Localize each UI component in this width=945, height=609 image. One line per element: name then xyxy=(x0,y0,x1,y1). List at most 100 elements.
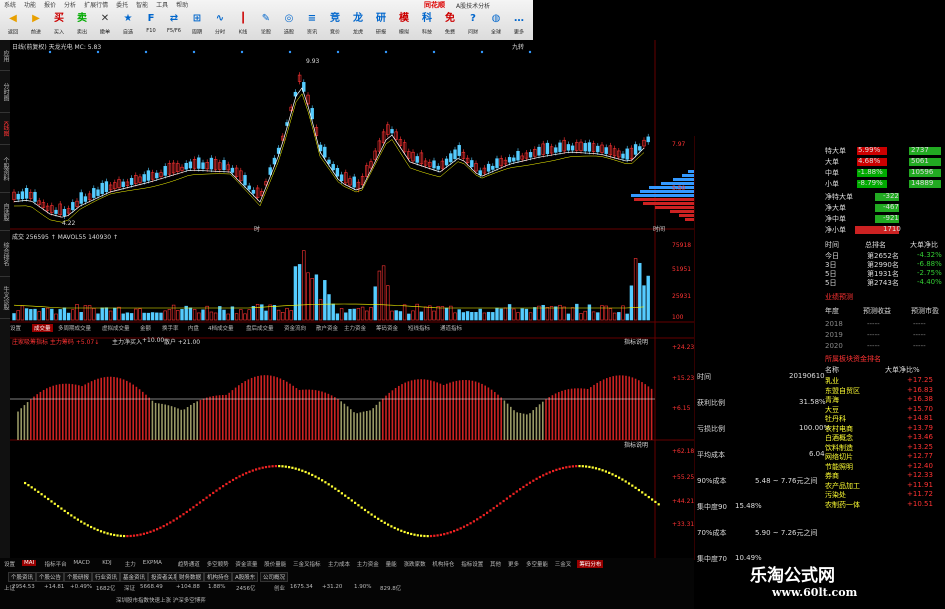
sector-name[interactable]: 大豆 xyxy=(825,405,839,415)
indicator-help-link[interactable]: 指标说明 xyxy=(624,440,648,449)
buy-button[interactable]: 买买入 xyxy=(48,11,70,39)
sector-name[interactable]: 白酒概念 xyxy=(825,433,853,443)
indicator-tab[interactable]: 筹码分布 xyxy=(577,560,604,568)
simulate-button[interactable]: 模模拟 xyxy=(393,11,415,39)
stock-pick-button[interactable]: ◎ 选股 xyxy=(278,11,300,39)
indicator-tab[interactable]: 内盘 xyxy=(188,324,199,332)
indicator-tab[interactable]: 多空顺势 xyxy=(207,560,229,568)
side-tab[interactable]: 自选股 xyxy=(0,194,10,231)
indicator-tab[interactable]: EXPMA xyxy=(143,560,162,566)
bottom-subtab[interactable]: 个股资讯 xyxy=(8,572,37,582)
tech-button[interactable]: 科科技 xyxy=(416,11,438,39)
bottom-subtab[interactable]: 公司概况 xyxy=(260,572,289,582)
more-button[interactable]: … 更多 xyxy=(508,11,530,39)
sector-name[interactable]: 东盟自贸区 xyxy=(825,386,860,396)
sector-name[interactable]: 券商 xyxy=(825,471,839,481)
indicator-tab[interactable]: 量能 xyxy=(386,560,397,568)
back-button[interactable]: ◀ 返回 xyxy=(2,11,24,39)
indicator-tab[interactable]: MAI xyxy=(22,560,37,566)
indicator-tab[interactable]: 机构持仓 xyxy=(432,560,454,568)
indicator-tab[interactable]: 三金叉 xyxy=(555,560,572,568)
indicator-tab[interactable]: 成交量 xyxy=(32,324,53,332)
indicator-tab[interactable]: 盘后成交量 xyxy=(246,324,274,332)
indicator-tab[interactable]: 主力 xyxy=(125,560,136,568)
indicator-tab[interactable]: 指标平台 xyxy=(45,560,67,568)
sell-button[interactable]: 卖卖出 xyxy=(71,11,93,39)
globe-button[interactable]: ◍ 全球 xyxy=(485,11,507,39)
auction-button[interactable]: 竞竞价 xyxy=(324,11,346,39)
ask-button[interactable]: ? 问财 xyxy=(462,11,484,39)
side-tab[interactable]: 综合排名 xyxy=(0,232,10,277)
indicator-tab[interactable]: 资金流量 xyxy=(235,560,257,568)
period-button[interactable]: ⊞ 周期 xyxy=(186,11,208,39)
sector-name[interactable]: 农制药一体 xyxy=(825,500,860,510)
menu-item[interactable]: 系统 xyxy=(4,2,16,9)
indicator-tab[interactable]: 趋势通道 xyxy=(178,560,200,568)
indicator-tab[interactable]: 通道指标 xyxy=(440,324,462,332)
sector-name[interactable]: 网络切片 xyxy=(825,452,853,462)
bottom-subtab[interactable]: 基金资讯 xyxy=(120,572,149,582)
sector-name[interactable]: 牡丹科 xyxy=(825,414,846,424)
indicator-tab[interactable]: 散户资金 xyxy=(316,324,338,332)
sector-name[interactable]: 污染处 xyxy=(825,490,846,500)
indicator-tab[interactable]: 主力成本 xyxy=(328,560,350,568)
dragon-tiger-button[interactable]: 龙龙虎 xyxy=(347,11,369,39)
side-tab[interactable]: 牛叉诊股 xyxy=(0,278,10,319)
menu-item[interactable]: 功能 xyxy=(24,2,36,9)
sector-name[interactable]: 青海 xyxy=(825,395,839,405)
indicator-tab[interactable]: 主力资金 xyxy=(357,560,379,568)
indicator-tab[interactable]: KDJ xyxy=(102,560,111,566)
f10-button[interactable]: F F10 xyxy=(140,11,162,39)
indicator-tab[interactable]: 更多 xyxy=(508,560,519,568)
side-tab[interactable]: 个股资料 xyxy=(0,146,10,193)
free-button[interactable]: 免免费 xyxy=(439,11,461,39)
indicator-tab[interactable]: 涨跌家数 xyxy=(404,560,426,568)
indicator-help-link[interactable]: 指标说明 xyxy=(624,337,648,346)
sector-name[interactable]: 节能照明 xyxy=(825,462,853,472)
bottom-subtab[interactable]: A股股东 xyxy=(232,572,259,582)
menu-item[interactable]: 工具 xyxy=(156,2,168,9)
menu-item[interactable]: 扩展行情 xyxy=(84,2,108,9)
indicator-tab[interactable]: 多周期成交量 xyxy=(58,324,91,332)
bottom-subtab[interactable]: 财务数据 xyxy=(176,572,205,582)
indicator-tab[interactable]: 4档成交量 xyxy=(208,324,234,332)
timeshare-button[interactable]: ∿ 分时 xyxy=(209,11,231,39)
cancel-order-button[interactable]: ✕ 撤单 xyxy=(94,11,116,39)
bottom-subtab[interactable]: 个股研报 xyxy=(64,572,93,582)
switch-button[interactable]: ⇄ F5/F6 xyxy=(163,11,185,39)
sector-name[interactable]: 乳业 xyxy=(825,376,839,386)
report-button[interactable]: 研研报 xyxy=(370,11,392,39)
sector-name[interactable]: 农产品加工 xyxy=(825,481,860,491)
sector-name[interactable]: 农村电商 xyxy=(825,424,853,434)
menu-item[interactable]: 智能 xyxy=(136,2,148,9)
indicator-tab[interactable]: 换手率 xyxy=(162,324,179,332)
forward-button[interactable]: ▶ 前进 xyxy=(25,11,47,39)
side-tab[interactable]: K线图 xyxy=(0,114,10,145)
indicator-tab[interactable]: 筹码资金 xyxy=(376,324,398,332)
indicator-tab[interactable]: 资金流向 xyxy=(284,324,306,332)
indicator-tab[interactable]: 指标设置 xyxy=(461,560,483,568)
menu-item[interactable]: 分析 xyxy=(64,2,76,9)
news-button[interactable]: ≡ 资讯 xyxy=(301,11,323,39)
indicator-tab[interactable]: 短线指标 xyxy=(408,324,430,332)
menu-item[interactable]: 报价 xyxy=(44,2,56,9)
menu-item[interactable]: 帮助 xyxy=(176,2,188,9)
bottom-subtab[interactable]: 个股公告 xyxy=(36,572,65,582)
side-tab[interactable]: 应用 xyxy=(0,42,10,71)
indicator-tab[interactable]: MACD xyxy=(73,560,90,566)
bottom-subtab[interactable]: 行业资讯 xyxy=(92,572,121,582)
indicator-tab[interactable]: 其他 xyxy=(490,560,501,568)
sector-name[interactable]: 饮料制造 xyxy=(825,443,853,453)
indicator-tab[interactable]: 金额 xyxy=(140,324,151,332)
indicator-tab[interactable]: 主力资金 xyxy=(344,324,366,332)
indicator-tab[interactable]: 设置 xyxy=(4,560,15,568)
kline-button[interactable]: ┃ K线 xyxy=(232,11,254,39)
indicator-tab[interactable]: 虚拟成交量 xyxy=(102,324,130,332)
favorite-button[interactable]: ★ 自选 xyxy=(117,11,139,39)
discuss-button[interactable]: ✎ 论股 xyxy=(255,11,277,39)
indicator-tab[interactable]: 股价量能 xyxy=(264,560,286,568)
side-tab[interactable]: 分时图 xyxy=(0,72,10,113)
indicator-tab[interactable]: 三金叉指标 xyxy=(293,560,321,568)
menu-item[interactable]: 委托 xyxy=(116,2,128,9)
bottom-subtab[interactable]: 机构持仓 xyxy=(204,572,233,582)
